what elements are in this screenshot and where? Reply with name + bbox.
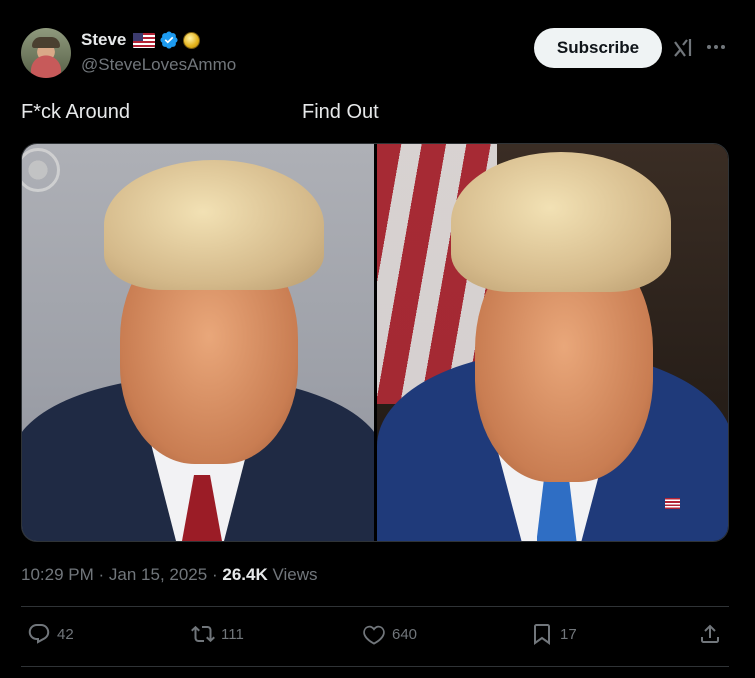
avatar[interactable] bbox=[21, 28, 71, 78]
gold-coin-icon bbox=[183, 31, 201, 49]
post-text-right: Find Out bbox=[302, 101, 379, 123]
author-handle[interactable]: @SteveLovesAmmo bbox=[81, 55, 236, 75]
media-photo-left[interactable] bbox=[22, 144, 374, 541]
subscribe-button[interactable]: Subscribe bbox=[534, 28, 662, 68]
post-text-left: F*ck Around bbox=[21, 101, 130, 123]
bookmark-button[interactable]: 17 bbox=[530, 622, 577, 646]
post: Steve @SteveLovesAmmo Subscribe F*ck Aro… bbox=[0, 0, 755, 678]
media-photo-right[interactable] bbox=[376, 144, 728, 541]
post-media bbox=[21, 143, 729, 542]
us-flag-icon bbox=[133, 32, 156, 48]
like-count: 640 bbox=[392, 625, 418, 643]
post-date[interactable]: Jan 15, 2025 bbox=[109, 565, 207, 584]
repost-button[interactable]: 111 bbox=[191, 622, 244, 646]
sheriff-badge-seal bbox=[22, 148, 60, 192]
views-label: Views bbox=[272, 565, 318, 584]
reply-count: 42 bbox=[57, 625, 74, 643]
author-name-row: Steve bbox=[81, 30, 201, 50]
repost-count: 111 bbox=[221, 625, 244, 643]
post-time[interactable]: 10:29 PM bbox=[21, 565, 94, 584]
bookmark-count: 17 bbox=[560, 625, 577, 643]
views-count: 26.4K bbox=[222, 565, 268, 584]
lapel-flag-pin bbox=[665, 498, 680, 509]
reply-icon bbox=[28, 624, 50, 644]
verified-icon bbox=[160, 31, 178, 49]
post-timestamp: 10:29 PM · Jan 15, 2025 · 26.4K Views bbox=[21, 565, 318, 584]
divider-top bbox=[21, 606, 729, 607]
reply-button[interactable]: 42 bbox=[27, 622, 74, 646]
share-icon bbox=[701, 624, 719, 643]
grok-icon[interactable] bbox=[672, 36, 694, 60]
more-icon[interactable] bbox=[705, 36, 727, 58]
share-button[interactable] bbox=[698, 622, 722, 646]
like-button[interactable]: 640 bbox=[362, 622, 417, 646]
author-display-name[interactable]: Steve bbox=[81, 30, 126, 50]
repost-icon bbox=[191, 625, 215, 643]
like-icon bbox=[363, 625, 385, 645]
bookmark-icon bbox=[534, 624, 550, 645]
divider-bottom bbox=[21, 666, 729, 667]
